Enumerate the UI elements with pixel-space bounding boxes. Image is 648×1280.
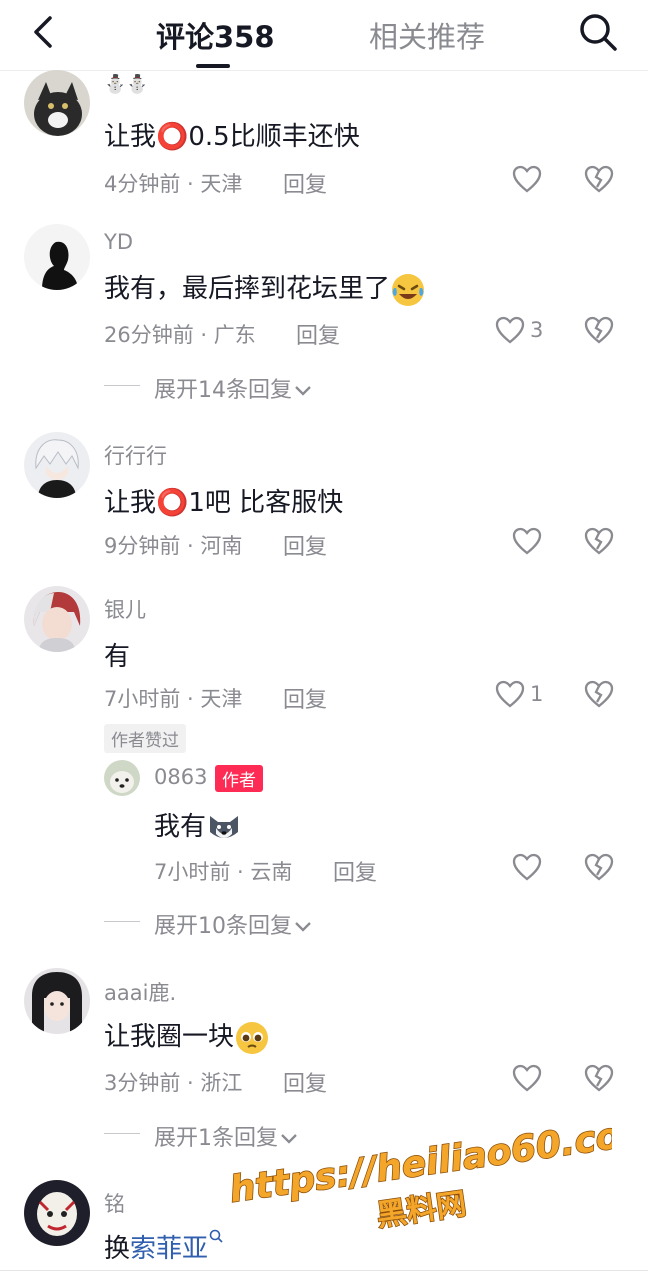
chevron-down-icon	[295, 922, 311, 932]
search-link[interactable]: 索菲亚	[130, 1234, 208, 1264]
comment-meta: 9分钟前 · 河南	[104, 534, 243, 558]
comment-text: 我有，最后摔到花坛里了	[104, 268, 426, 308]
avatar[interactable]	[104, 760, 140, 796]
watermark-title: 黑料网	[375, 1187, 469, 1234]
username[interactable]: ⛄⛄	[104, 74, 149, 95]
tab-comments[interactable]: 评论358	[156, 14, 275, 56]
comment-text: 让我圈一块	[104, 1016, 270, 1056]
username[interactable]: YD	[104, 230, 133, 254]
expand-replies-button[interactable]: 展开14条回复	[154, 372, 314, 404]
tab-related[interactable]: 相关推荐	[369, 14, 485, 56]
heart-icon[interactable]	[494, 678, 526, 710]
comment-meta: 4分钟前 · 天津	[104, 172, 243, 196]
tab-active-indicator	[196, 64, 230, 68]
broken-heart-icon[interactable]	[583, 851, 615, 883]
comment-text: 让我⭕0.5比顺丰还快	[104, 122, 360, 152]
heart-icon[interactable]	[511, 851, 543, 883]
top-bar: 评论358 相关推荐	[0, 0, 648, 71]
avatar[interactable]	[24, 1180, 90, 1246]
watermark: https://heiliao60.com 黑料网	[226, 1118, 612, 1235]
broken-heart-icon[interactable]	[583, 163, 615, 195]
avatar[interactable]	[24, 224, 90, 290]
broken-heart-icon[interactable]	[583, 678, 615, 710]
comment-meta: 3分钟前 · 浙江	[104, 1071, 243, 1095]
username[interactable]: 铭	[104, 1188, 125, 1218]
username[interactable]: 0863	[154, 765, 207, 789]
reply-button[interactable]: 回复	[283, 529, 327, 561]
crying-laughing-emoji-icon	[392, 273, 425, 306]
username[interactable]: 银儿	[104, 594, 146, 624]
heart-icon[interactable]	[511, 1062, 543, 1094]
comment-meta: 7小时前 · 云南	[154, 860, 293, 884]
reply-button[interactable]: 回复	[283, 167, 327, 199]
expand-replies-button[interactable]: 展开10条回复	[154, 908, 314, 940]
comment-text: 换索菲亚	[104, 1228, 224, 1265]
username[interactable]: aaai鹿.	[104, 977, 176, 1007]
broken-heart-icon[interactable]	[583, 314, 615, 346]
username[interactable]: 行行行	[104, 440, 167, 470]
reply-button[interactable]: 回复	[283, 682, 327, 714]
search-icon[interactable]	[576, 10, 620, 54]
heart-icon[interactable]	[511, 525, 543, 557]
like-count: 3	[530, 318, 544, 342]
reply-button[interactable]: 回复	[333, 855, 377, 887]
avatar[interactable]	[24, 432, 90, 498]
author-badge: 作者	[215, 765, 263, 792]
comment-text: 有	[104, 642, 131, 672]
broken-heart-icon[interactable]	[583, 525, 615, 557]
comment-text: 我有	[154, 806, 242, 846]
comment-meta: 26分钟前 · 广东	[104, 323, 256, 347]
avatar[interactable]	[24, 586, 90, 652]
expand-divider	[104, 1133, 140, 1134]
heart-icon[interactable]	[494, 314, 526, 346]
back-arrow-icon[interactable]	[24, 12, 64, 52]
expand-divider	[104, 921, 140, 922]
pleading-face-emoji-icon	[236, 1021, 269, 1054]
broken-heart-icon[interactable]	[583, 1062, 615, 1094]
heart-icon[interactable]	[511, 163, 543, 195]
expand-divider	[104, 385, 140, 386]
avatar[interactable]	[24, 70, 90, 136]
avatar[interactable]	[24, 968, 90, 1034]
like-count: 1	[530, 682, 544, 706]
bottom-divider	[0, 1270, 648, 1271]
husky-dog-emoji-icon	[210, 815, 239, 838]
author-liked-badge: 作者赞过	[104, 724, 186, 753]
comment-text: 让我⭕1吧 比客服快	[104, 488, 344, 518]
reply-button[interactable]: 回复	[283, 1066, 327, 1098]
chevron-down-icon	[295, 386, 311, 396]
reply-button[interactable]: 回复	[296, 318, 340, 350]
comment-meta: 7小时前 · 天津	[104, 687, 243, 711]
